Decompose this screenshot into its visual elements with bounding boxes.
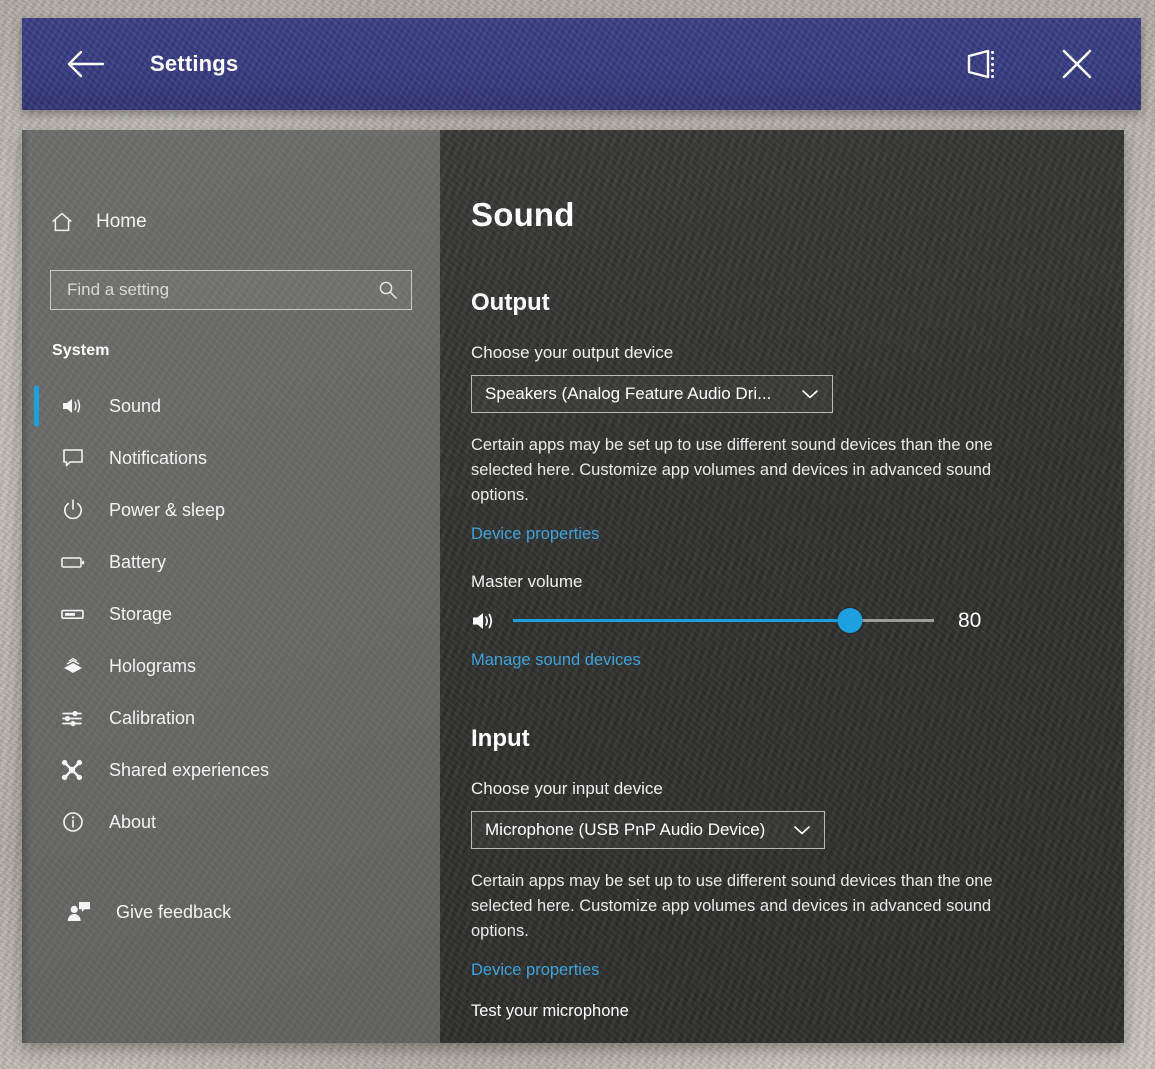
output-device-select[interactable]: Speakers (Analog Feature Audio Dri... (471, 375, 833, 413)
sidebar-item-label: Power & sleep (109, 500, 225, 521)
feedback-person-icon (66, 900, 92, 924)
speaker-icon (58, 395, 88, 417)
slider-thumb[interactable] (837, 608, 862, 633)
sidebar-item-label: Sound (109, 396, 161, 417)
input-device-properties-link[interactable]: Device properties (471, 961, 599, 980)
input-device-label: Choose your input device (471, 779, 1124, 799)
main-content: Sound Output Choose your output device S… (440, 130, 1124, 1043)
sidebar-item-label: Shared experiences (109, 760, 269, 781)
sidebar-item-storage[interactable]: Storage (22, 588, 440, 640)
sidebar-home-label: Home (96, 211, 147, 233)
sidebar-nav-list: Sound Notifications Power & sleep (22, 380, 440, 848)
search-icon (377, 279, 399, 301)
output-device-value: Speakers (Analog Feature Audio Dri... (485, 384, 771, 404)
chevron-down-icon (800, 387, 820, 401)
page-title: Sound (471, 196, 1124, 234)
arrow-left-icon (67, 49, 105, 79)
sidebar-item-label: Storage (109, 604, 172, 625)
storage-icon (58, 605, 88, 623)
back-button[interactable] (60, 38, 112, 90)
sidebar-item-battery[interactable]: Battery (22, 536, 440, 588)
output-device-properties-link[interactable]: Device properties (471, 525, 599, 544)
sidebar-item-calibration[interactable]: Calibration (22, 692, 440, 744)
home-icon (50, 210, 74, 234)
master-volume-row: 80 (471, 608, 996, 634)
sidebar-section-header: System (52, 342, 440, 360)
search-input[interactable] (65, 279, 377, 301)
sidebar-item-notifications[interactable]: Notifications (22, 432, 440, 484)
chat-icon (58, 447, 88, 469)
sidebar-item-label: Battery (109, 552, 166, 573)
speaker-icon (471, 609, 505, 633)
sidebar-item-label: Holograms (109, 656, 196, 677)
battery-icon (58, 553, 88, 571)
sidebar-item-label: About (109, 812, 156, 833)
app-titlebar: Settings (22, 18, 1141, 110)
sidebar-item-home[interactable]: Home (22, 200, 440, 244)
search-box[interactable] (50, 270, 412, 310)
input-section-title: Input (471, 725, 1124, 753)
sidebar-item-sound[interactable]: Sound (22, 380, 440, 432)
sliders-icon (58, 707, 88, 729)
holograms-icon (58, 654, 88, 678)
adjust-window-button[interactable] (953, 36, 1009, 92)
sidebar-item-shared-experiences[interactable]: Shared experiences (22, 744, 440, 796)
output-help-text: Certain apps may be set up to use differ… (471, 433, 1051, 508)
sidebar-item-give-feedback[interactable]: Give feedback (22, 886, 440, 938)
sidebar-feedback-label: Give feedback (116, 902, 231, 923)
output-device-label: Choose your output device (471, 343, 1124, 363)
adjust-window-icon (963, 47, 999, 81)
close-icon (1060, 47, 1094, 81)
app-title: Settings (150, 51, 238, 77)
sidebar-item-power-sleep[interactable]: Power & sleep (22, 484, 440, 536)
sidebar-item-label: Notifications (109, 448, 207, 469)
slider-fill (513, 619, 850, 622)
master-volume-value: 80 (958, 609, 996, 633)
manage-sound-devices-link[interactable]: Manage sound devices (471, 651, 641, 670)
share-nodes-icon (58, 758, 88, 782)
power-icon (58, 498, 88, 522)
chevron-down-icon (792, 823, 812, 837)
info-icon (58, 810, 88, 834)
sidebar: Home System Sound (22, 130, 440, 1043)
test-microphone-label: Test your microphone (471, 1002, 1124, 1021)
input-help-text: Certain apps may be set up to use differ… (471, 869, 1051, 944)
input-device-value: Microphone (USB PnP Audio Device) (485, 820, 765, 840)
sidebar-item-holograms[interactable]: Holograms (22, 640, 440, 692)
sidebar-item-about[interactable]: About (22, 796, 440, 848)
input-device-select[interactable]: Microphone (USB PnP Audio Device) (471, 811, 825, 849)
close-button[interactable] (1049, 36, 1105, 92)
output-section-title: Output (471, 289, 1124, 317)
settings-window: Home System Sound (22, 130, 1124, 1043)
sidebar-item-label: Calibration (109, 708, 195, 729)
master-volume-label: Master volume (471, 572, 1124, 592)
master-volume-slider[interactable] (513, 608, 934, 634)
